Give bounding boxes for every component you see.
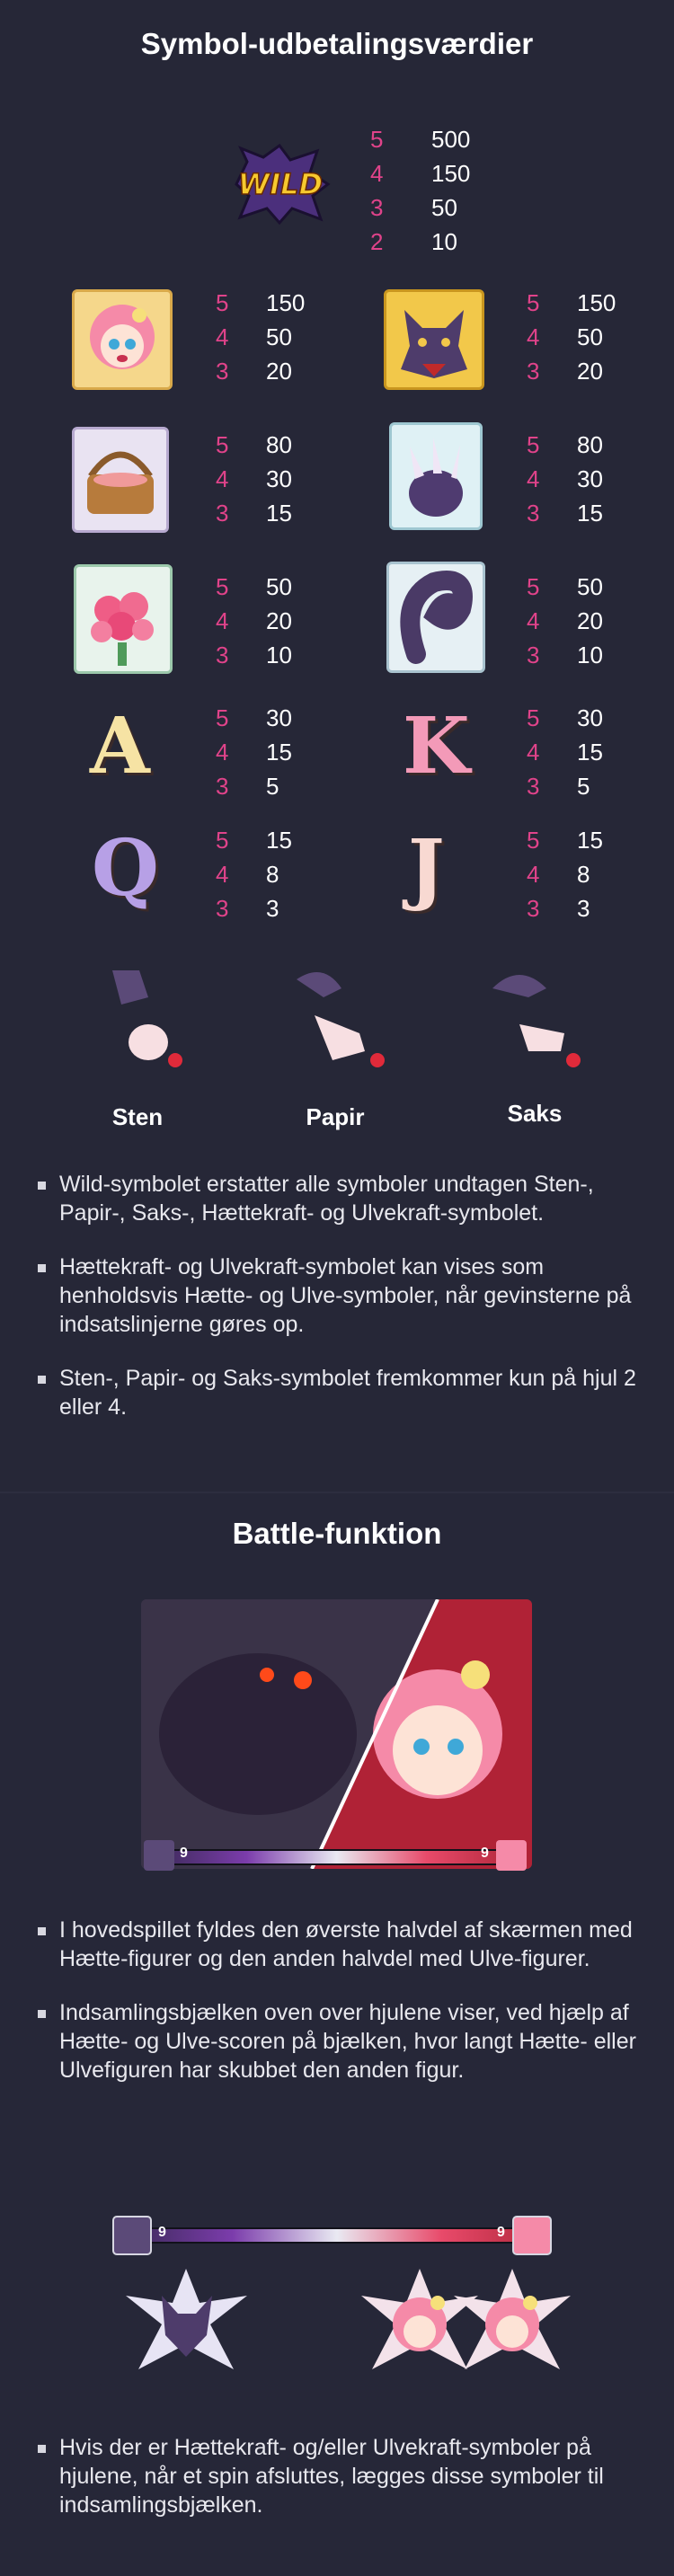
rules-list-3: Hvis der er Hættekraft- og/eller Ulvekra… xyxy=(36,2433,647,2519)
paytable-title: Symbol-udbetalingsværdier xyxy=(140,27,534,60)
roses-paytable: 5 50 4 20 3 10 xyxy=(216,573,292,668)
hood-girl-paytable: 5 150 4 50 3 20 xyxy=(216,289,306,385)
rule-item: Hvis der er Hættekraft- og/eller Ulvekra… xyxy=(36,2433,647,2519)
wolf-collect-icon xyxy=(112,2216,152,2255)
battle-score-bar xyxy=(155,1849,519,1865)
letter-k-paytable: 5 30 4 15 35 xyxy=(527,704,603,800)
hood-girl-icon xyxy=(72,289,173,390)
battle-illustration xyxy=(141,1599,532,1869)
collect-hood-score: 9 xyxy=(497,2225,505,2240)
paper-icon xyxy=(279,961,395,1078)
rule-item: I hovedspillet fyldes den øverste halvde… xyxy=(36,1916,647,1973)
wolf-icon xyxy=(384,289,484,390)
paper-label: Papir xyxy=(306,1103,365,1130)
letter-a-icon: A xyxy=(90,701,150,792)
scissors-icon xyxy=(474,961,591,1078)
collect-wolf-score: 9 xyxy=(158,2225,166,2240)
rock-label: Sten xyxy=(111,1103,164,1130)
letter-j-paytable: 5 15 48 33 xyxy=(527,827,603,922)
letter-q-paytable: 5 15 48 33 xyxy=(216,827,292,922)
rules-list-1: Wild-symbolet erstatter alle symboler un… xyxy=(36,1170,647,1421)
wild-icon: WILD xyxy=(227,143,333,226)
wolf-power-icon xyxy=(126,2269,247,2377)
letter-j-icon: J xyxy=(408,823,445,914)
battle-wolf-score: 9 xyxy=(180,1846,188,1861)
wolf-tail-paytable: 5 50 4 20 3 10 xyxy=(527,573,603,668)
basket-paytable: 5 80 4 30 3 15 xyxy=(216,431,292,527)
letter-a-paytable: 5 30 4 15 35 xyxy=(216,704,292,800)
hood-score-icon xyxy=(496,1840,527,1871)
rules-list-2: I hovedspillet fyldes den øverste halvde… xyxy=(36,1916,647,2085)
letter-k-icon: K xyxy=(403,701,470,792)
hood-power-icon xyxy=(454,2269,571,2377)
svg-text:WILD: WILD xyxy=(238,167,323,201)
wild-paytable: 5 500 4 150 3 50 2 10 xyxy=(370,126,471,255)
rule-item: Wild-symbolet erstatter alle symboler un… xyxy=(36,1170,647,1227)
wolf-claw-paytable: 5 80 4 30 3 15 xyxy=(527,431,603,527)
battle-hood-score: 9 xyxy=(481,1846,489,1861)
wolf-score-icon xyxy=(144,1840,174,1871)
hood-collect-icon xyxy=(512,2216,552,2255)
roses-icon xyxy=(74,564,173,674)
rule-item: Sten-, Papir- og Saks-symbolet fremkomme… xyxy=(36,1364,647,1421)
rule-item: Indsamlingsbjælken oven over hjulene vis… xyxy=(36,1998,647,2085)
rock-icon xyxy=(85,961,193,1078)
basket-icon xyxy=(72,427,169,533)
wolf-claw-icon xyxy=(389,422,483,530)
scissors-label: Saks xyxy=(507,1100,563,1127)
wolf-tail-icon xyxy=(386,562,485,673)
collect-bar xyxy=(126,2227,548,2244)
wolf-paytable: 5 150 4 50 3 20 xyxy=(527,289,616,385)
letter-q-icon: Q xyxy=(92,823,159,914)
rule-item: Hættekraft- og Ulvekraft-symbolet kan vi… xyxy=(36,1253,647,1339)
battle-title: Battle-funktion xyxy=(232,1517,442,1550)
